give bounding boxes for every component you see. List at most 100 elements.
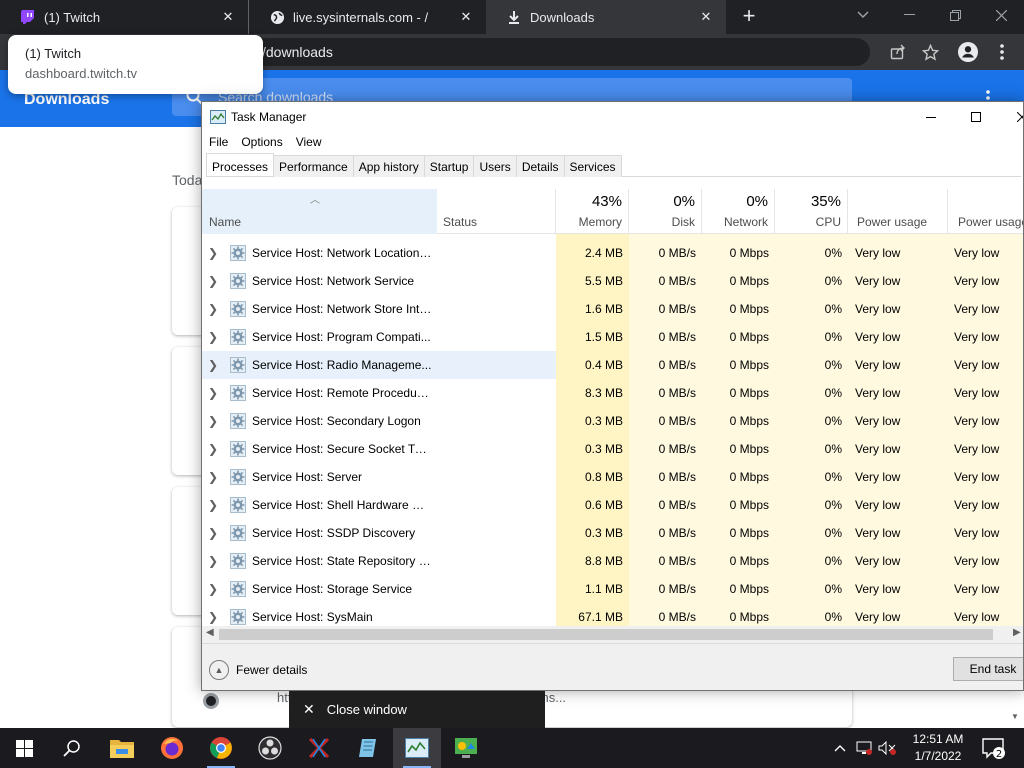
power-usage-trend-cell: Very low [948,239,1023,267]
more-vert-icon[interactable] [992,42,1012,62]
chevron-right-icon[interactable]: ❯ [208,463,218,491]
close-icon[interactable]: ✕ [218,7,238,27]
tab-services[interactable]: Services [563,155,622,177]
firefox-icon[interactable] [148,728,196,768]
tab-startup[interactable]: Startup [423,155,475,177]
power-usage-cell: Very low [848,407,948,435]
chevron-right-icon[interactable]: ❯ [208,267,218,295]
address-bar[interactable]: /downloads [250,38,870,66]
menu-options[interactable]: Options [234,132,288,154]
column-memory[interactable]: 43% Memory [556,189,629,234]
scrollbar-thumb[interactable] [219,629,993,640]
column-status[interactable]: Status [437,189,556,234]
fewer-details-button[interactable]: ▲ Fewer details [209,660,307,680]
column-network[interactable]: 0% Network [702,189,775,234]
menu-file[interactable]: File [202,132,234,154]
table-row[interactable]: ❯ Service Host: Network Store Inte... 1.6 … [202,295,1023,323]
power-usage-trend-cell: Very low [948,407,1023,435]
tab-downloads[interactable]: Downloads ✕ [486,0,726,34]
notepad-icon[interactable] [344,728,392,768]
cpu-cell: 0% [775,603,848,626]
tab-search-icon[interactable] [840,0,886,30]
close-window-button[interactable] [978,0,1024,30]
table-row[interactable]: ❯ Service Host: Server 0.8 MB 0 MB/s 0 Mbps 0… [202,463,1023,491]
table-row[interactable]: ❯ Service Host: Program Compati... 1.5 MB 0… [202,323,1023,351]
table-row[interactable]: ❯ Service Host: Radio Manageme... 0.4 MB 0 … [202,351,1023,379]
column-name[interactable]: ︿ Name [202,189,437,234]
clock[interactable]: 12:51 AM 1/7/2022 [905,731,971,765]
game-app-icon[interactable] [295,728,343,768]
chevron-right-icon[interactable]: ❯ [208,603,218,626]
close-window-menu-item[interactable]: ✕ Close window [289,691,545,728]
maximize-button[interactable] [953,102,999,132]
scroll-down-icon[interactable]: ▼ [1011,712,1019,721]
obs-icon[interactable] [246,728,294,768]
table-row[interactable]: ❯ Service Host: State Repository S... 8.8 … [202,547,1023,575]
start-button[interactable] [0,728,48,768]
chevron-right-icon[interactable]: ❯ [208,575,218,603]
column-power-usage-trend[interactable]: Power usage [948,189,1023,234]
scroll-left-icon[interactable]: ◀ [206,627,214,638]
volume-muted-icon[interactable] [878,741,896,755]
chevron-right-icon[interactable]: ❯ [208,491,218,519]
table-row[interactable]: ❯ Service Host: Secure Socket Tun... 0.3 M… [202,435,1023,463]
column-cpu[interactable]: 35% CPU [775,189,848,234]
close-icon[interactable]: ✕ [696,7,716,27]
end-task-button[interactable]: End task [953,657,1023,681]
chevron-right-icon[interactable]: ❯ [208,435,218,463]
tab-users[interactable]: Users [473,155,517,177]
network-cell: 0 Mbps [702,519,775,547]
search-button[interactable] [48,728,96,768]
scroll-right-icon[interactable]: ▶ [1013,627,1021,638]
table-row[interactable]: ❯ Service Host: Network Location ... 2.4 M… [202,239,1023,267]
gear-icon [230,441,246,457]
chevron-right-icon[interactable]: ❯ [208,519,218,547]
star-icon[interactable] [920,42,940,62]
horizontal-scrollbar[interactable]: ◀ ▶ [202,626,1023,643]
process-name: Service Host: SysMain [252,610,373,624]
profile-icon[interactable] [958,42,978,62]
column-power-usage[interactable]: Power usage [848,189,948,234]
table-row[interactable]: ❯ Service Host: SysMain 67.1 MB 0 MB/s 0 Mbp… [202,603,1023,626]
status-cell [437,267,556,295]
tab-sysinternals[interactable]: live.sysinternals.com - / ✕ [248,0,486,34]
chevron-right-icon[interactable]: ❯ [208,407,218,435]
chevron-right-icon[interactable]: ❯ [208,239,218,267]
chevron-right-icon[interactable]: ❯ [208,351,218,379]
task-manager-taskbar-icon[interactable] [393,728,441,768]
share-icon[interactable] [888,42,908,62]
chevron-right-icon[interactable]: ❯ [208,295,218,323]
chevron-right-icon[interactable]: ❯ [208,547,218,575]
table-row[interactable]: ❯ Service Host: Storage Service 1.1 MB 0 MB… [202,575,1023,603]
control-panel-icon[interactable] [442,728,490,768]
table-row[interactable]: ❯ Service Host: Network Service 5.5 MB 0 MB… [202,267,1023,295]
column-header: ︿ Name Status 43% Memory 0% Disk 0% Netw… [202,189,1023,234]
new-tab-button[interactable]: + [737,5,761,29]
close-button[interactable] [999,102,1023,132]
menu-view[interactable]: View [289,132,328,154]
table-row[interactable]: ❯ Service Host: Shell Hardware De... 0.6 M… [202,491,1023,519]
chevron-right-icon[interactable]: ❯ [208,379,218,407]
power-usage-cell: Very low [848,575,948,603]
minimize-button[interactable] [886,0,932,30]
table-row[interactable]: ❯ Service Host: SSDP Discovery 0.3 MB 0 MB/… [202,519,1023,547]
file-explorer-icon[interactable] [98,728,146,768]
minimize-button[interactable] [908,102,954,132]
notification-center-button[interactable]: 2 [982,738,1006,760]
title-bar[interactable]: Task Manager [202,102,1023,132]
table-row[interactable]: ❯ Service Host: Secondary Logon 0.3 MB 0 MB… [202,407,1023,435]
chevron-right-icon[interactable]: ❯ [208,323,218,351]
chevron-up-icon[interactable] [834,744,846,752]
chrome-icon[interactable] [197,728,245,768]
close-icon[interactable]: ✕ [456,7,476,27]
tab-app-history[interactable]: App history [352,155,425,177]
column-disk[interactable]: 0% Disk [629,189,702,234]
network-icon[interactable] [856,741,872,755]
table-row[interactable]: ❯ Service Host: Remote Procedure... 8.3 MB… [202,379,1023,407]
tab-twitch[interactable]: (1) Twitch ✕ [0,0,248,34]
tab-processes[interactable]: Processes [206,153,275,176]
restore-button[interactable] [932,0,978,30]
tab-details[interactable]: Details [515,155,565,177]
tab-performance[interactable]: Performance [273,155,354,177]
power-usage-cell: Very low [848,435,948,463]
